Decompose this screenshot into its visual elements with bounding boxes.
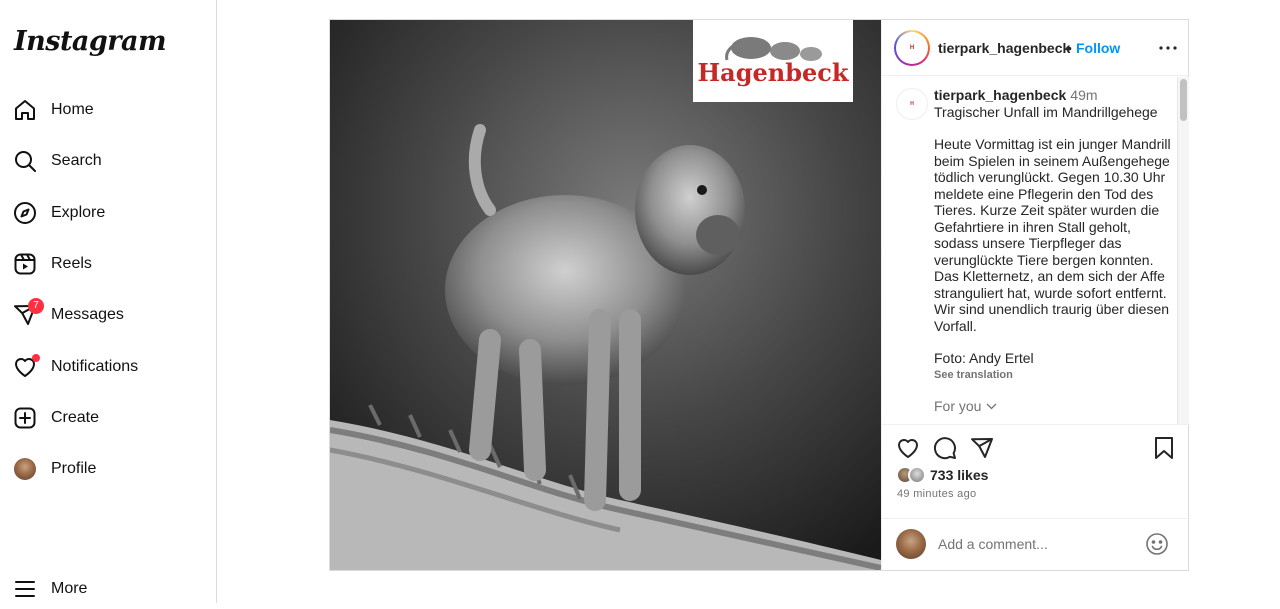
- caption-username[interactable]: tierpark_hagenbeck: [934, 87, 1066, 103]
- post-username[interactable]: tierpark_hagenbeck: [938, 40, 1070, 56]
- comment-input[interactable]: [938, 531, 1138, 557]
- messenger-icon: 7: [12, 298, 44, 328]
- sidebar-item-label: Messages: [51, 306, 124, 323]
- notification-dot: [32, 354, 40, 362]
- follow-button[interactable]: Follow: [1076, 40, 1120, 56]
- comment-icon[interactable]: [932, 435, 958, 461]
- sidebar-item-explore[interactable]: Explore: [12, 193, 202, 233]
- sidebar-item-notifications[interactable]: Notifications: [12, 347, 202, 387]
- hagenbeck-logo: Hagenbeck: [693, 20, 853, 102]
- sidebar-item-label: Create: [51, 409, 100, 426]
- menu-icon: [12, 576, 38, 602]
- sidebar-item-more[interactable]: More: [12, 569, 202, 609]
- reels-icon: [12, 251, 38, 277]
- sidebar-item-messages[interactable]: 7 Messages: [12, 295, 202, 335]
- caption-time[interactable]: 49m: [1070, 87, 1097, 103]
- caption-body: Heute Vormittag ist ein junger Mandrill …: [934, 136, 1175, 334]
- sidebar-item-label: More: [51, 580, 88, 597]
- for-you-label: For you: [934, 398, 982, 414]
- post-side-panel: H tierpark_hagenbeck • Follow H tierpark…: [881, 20, 1190, 570]
- heart-icon: [12, 354, 40, 380]
- messages-badge: 7: [28, 298, 44, 314]
- likes-row[interactable]: 733 likes: [896, 466, 988, 484]
- search-icon: [12, 148, 38, 174]
- caption-area: H tierpark_hagenbeck 49m Tragischer Unfal…: [882, 77, 1190, 424]
- story-ring[interactable]: H: [894, 30, 930, 66]
- sidebar-item-label: Reels: [51, 255, 92, 272]
- sidebar: Instagram Home Search Explore Reels 7 Me…: [0, 0, 217, 603]
- home-icon: [12, 97, 38, 123]
- instagram-logo[interactable]: Instagram: [14, 26, 167, 57]
- monkey-photo: [330, 20, 881, 570]
- post-dialog: Hagenbeck H tierpark_hagenbeck • Follow …: [329, 19, 1190, 571]
- likes-count[interactable]: 733 likes: [930, 467, 988, 483]
- sidebar-item-label: Notifications: [51, 358, 139, 375]
- avatar: [908, 466, 926, 484]
- caption-scrollbar[interactable]: [1177, 77, 1189, 424]
- caption: tierpark_hagenbeck 49m Tragischer Unfall …: [934, 87, 1174, 383]
- sidebar-item-search[interactable]: Search: [12, 141, 202, 181]
- plus-square-icon: [12, 405, 38, 431]
- share-icon[interactable]: [969, 435, 995, 461]
- sidebar-item-profile[interactable]: Profile: [12, 449, 202, 489]
- post-image[interactable]: Hagenbeck: [330, 20, 881, 570]
- like-icon[interactable]: [895, 435, 921, 461]
- comment-bar: [882, 518, 1190, 570]
- caption-title: Tragischer Unfall im Mandrillgehege: [934, 103, 1158, 120]
- posted-time[interactable]: 49 minutes ago: [897, 488, 976, 500]
- separator-dot: •: [1067, 40, 1072, 56]
- hagenbeck-logo-text: Hagenbeck: [697, 58, 849, 87]
- compass-icon: [12, 200, 38, 226]
- scrollbar-thumb[interactable]: [1180, 79, 1187, 121]
- sidebar-item-home[interactable]: Home: [12, 90, 202, 130]
- sidebar-item-label: Explore: [51, 204, 106, 221]
- post-header: H tierpark_hagenbeck • Follow: [882, 20, 1190, 76]
- sidebar-item-label: Search: [51, 152, 102, 169]
- see-translation-link[interactable]: See translation: [934, 367, 1174, 384]
- sidebar-item-reels[interactable]: Reels: [12, 244, 202, 284]
- chevron-down-icon: [986, 403, 997, 410]
- emoji-icon[interactable]: [1145, 532, 1169, 556]
- photo-credit: Foto: Andy Ertel: [934, 350, 1034, 366]
- sidebar-item-label: Home: [51, 101, 94, 118]
- avatar: [14, 458, 36, 480]
- more-options-icon[interactable]: [1156, 36, 1180, 60]
- bookmark-icon[interactable]: [1151, 435, 1177, 461]
- sidebar-item-create[interactable]: Create: [12, 398, 202, 438]
- avatar: [896, 529, 926, 559]
- post-actions: [882, 424, 1190, 472]
- for-you-dropdown[interactable]: For you: [934, 398, 997, 414]
- avatar: H: [896, 32, 928, 64]
- sidebar-item-label: Profile: [51, 460, 97, 477]
- avatar[interactable]: H: [896, 88, 928, 120]
